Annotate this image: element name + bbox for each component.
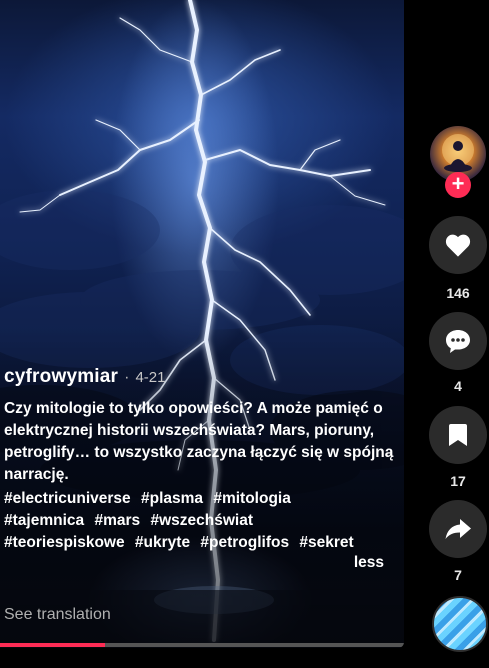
hashtag[interactable]: #mars: [94, 512, 140, 529]
author-name[interactable]: cyfrowymiar: [4, 366, 118, 388]
comment-count: 4: [454, 378, 462, 394]
hashtag[interactable]: #mitologia: [213, 490, 291, 507]
video-player[interactable]: cyfrowymiar · 4-21 Czy mitologie to tylk…: [0, 0, 404, 648]
save-button[interactable]: [429, 406, 487, 464]
follow-button[interactable]: +: [445, 172, 471, 198]
like-button[interactable]: [429, 216, 487, 274]
heart-icon: [445, 234, 471, 257]
less-button[interactable]: less: [354, 554, 384, 571]
action-rail: + 146 4 17 7: [427, 0, 489, 668]
hashtag[interactable]: #electricuniverse: [4, 490, 131, 507]
hashtag[interactable]: #teoriespiskowe: [4, 534, 125, 551]
save-count: 17: [450, 473, 466, 489]
comment-button[interactable]: [429, 312, 487, 370]
hashtag[interactable]: #sekret: [299, 534, 353, 551]
hashtag[interactable]: #plasma: [141, 490, 203, 507]
hashtag[interactable]: #wszechświat: [150, 512, 253, 529]
post-description: Czy mitologie to tylko opowieści? A może…: [4, 400, 394, 483]
caption: cyfrowymiar · 4-21 Czy mitologie to tylk…: [4, 366, 400, 572]
share-count: 7: [454, 567, 462, 583]
comment-bubble-icon: [446, 330, 470, 353]
like-count: 146: [446, 285, 470, 301]
video-progress-fill: [0, 643, 106, 647]
hashtag[interactable]: #ukryte: [135, 534, 190, 551]
music-disc-icon[interactable]: [432, 596, 488, 652]
bookmark-icon: [449, 424, 467, 446]
see-translation-link[interactable]: See translation: [4, 606, 111, 624]
hashtag-list: #electricuniverse #plasma #mitologia #ta…: [4, 488, 400, 554]
share-button[interactable]: [429, 500, 487, 558]
share-arrow-icon: [445, 519, 471, 539]
video-progress-bar[interactable]: [0, 643, 404, 647]
hashtag[interactable]: #petroglifos: [200, 534, 289, 551]
hashtag[interactable]: #tajemnica: [4, 512, 84, 529]
separator-dot: ·: [124, 369, 130, 386]
post-date: 4-21: [135, 369, 166, 386]
